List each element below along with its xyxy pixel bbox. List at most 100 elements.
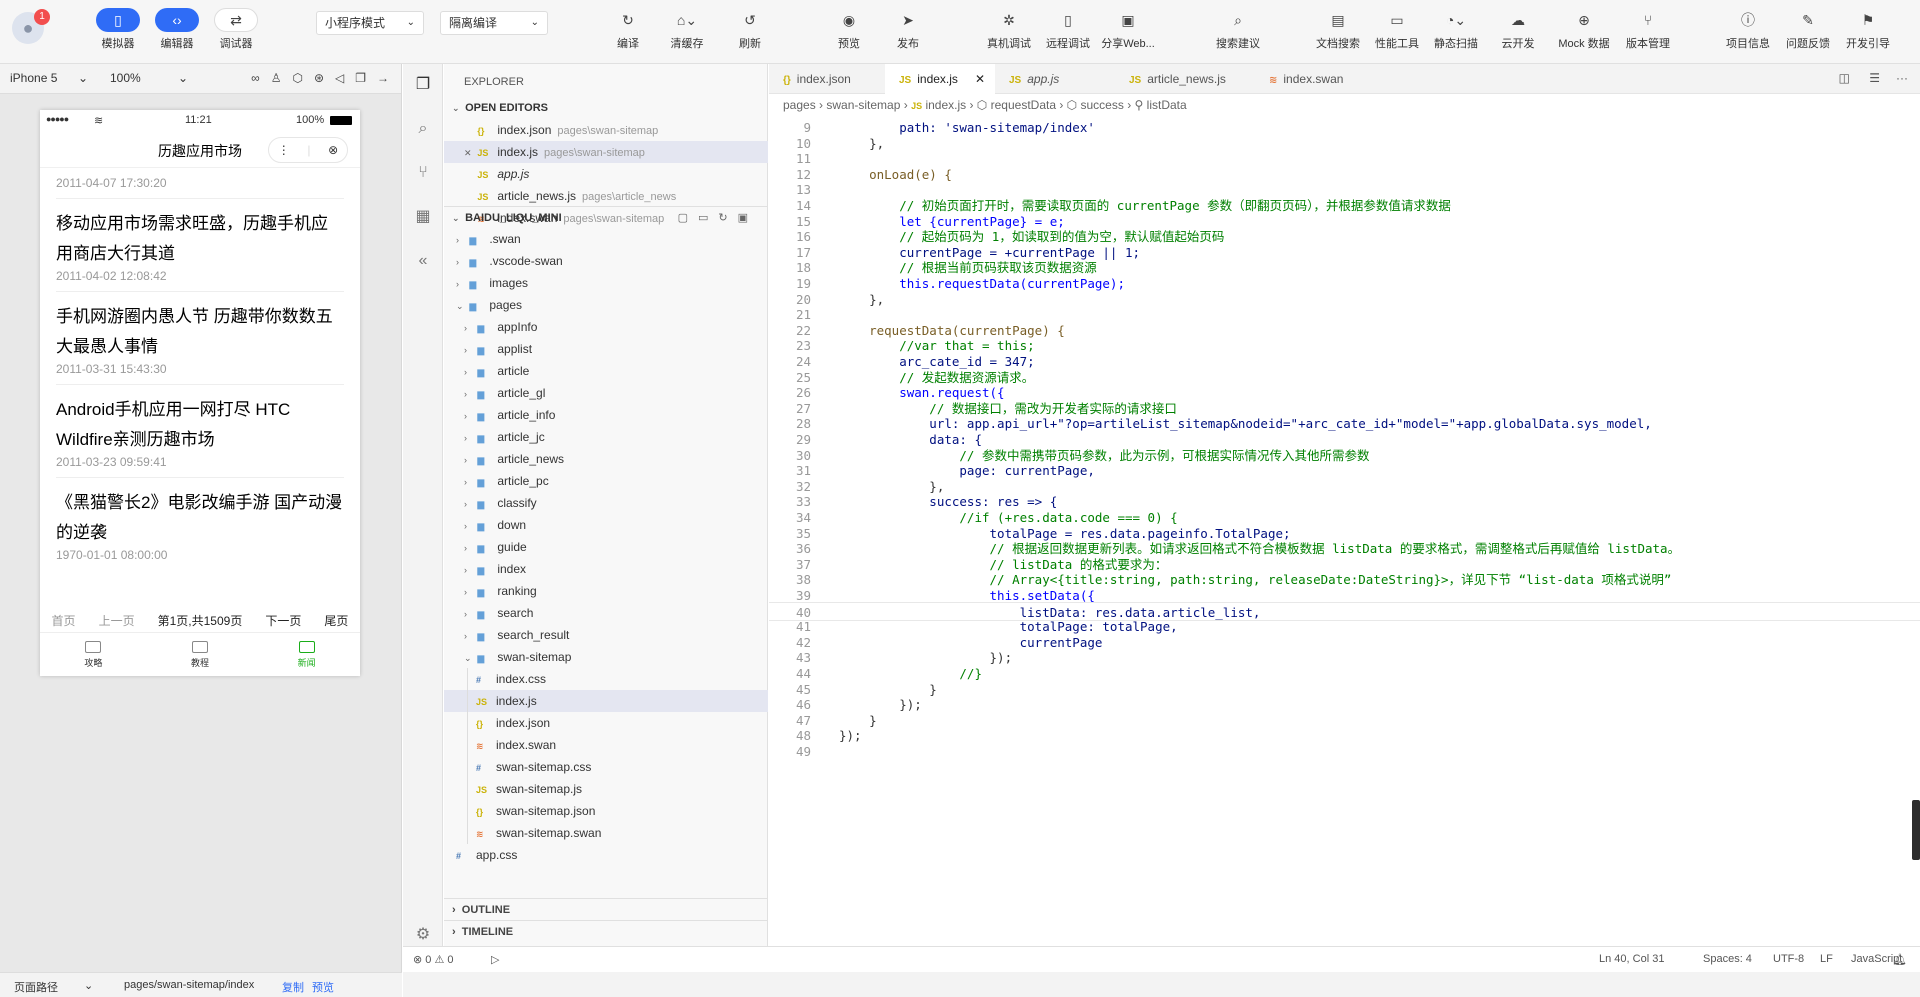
mock-data-button[interactable]: ⊕ Mock 数据 [1552, 8, 1616, 56]
sound-icon[interactable]: ◁ [335, 71, 344, 85]
folder-item[interactable]: › ▆ search [444, 602, 768, 624]
file-item[interactable]: JS swan-sitemap.js [444, 778, 768, 800]
tab-index-swan[interactable]: ≋ index.swan [1255, 64, 1375, 94]
encoding[interactable]: UTF-8 [1773, 953, 1804, 965]
link-icon[interactable]: ∞ [251, 71, 260, 85]
last-page-link[interactable]: 尾页 [324, 612, 348, 629]
more-icon[interactable]: ⋮ [278, 143, 290, 157]
folder-item[interactable]: › ▆ article_pc [444, 470, 768, 492]
chevron-down-icon[interactable]: ⌄ [84, 979, 93, 992]
preview-link[interactable]: 预览 [312, 979, 334, 995]
simulator-button[interactable]: ▯ 模拟器 [86, 8, 150, 56]
chevron-down-icon[interactable]: ⌄ [78, 71, 88, 85]
bell-icon[interactable]: 🔔︎ [1893, 953, 1907, 966]
zoom-select[interactable]: 100% [110, 71, 141, 85]
search-icon[interactable]: ⌕ [412, 118, 434, 140]
project-actions[interactable]: ▢▭↻▣ [678, 207, 758, 229]
version-mgmt-button[interactable]: ⑂ 版本管理 [1616, 8, 1680, 56]
close-icon[interactable]: ✕ [464, 142, 474, 164]
share-web-button[interactable]: ▣ 分享Web... [1096, 8, 1160, 56]
folder-item[interactable]: › ▆ down [444, 514, 768, 536]
copy-link[interactable]: 复制 [282, 979, 304, 995]
split-editor-icon[interactable]: ◫ [1839, 71, 1850, 85]
problems-indicator[interactable]: ⊗ 0 ⚠ 0 [413, 953, 453, 966]
folder-item[interactable]: › ▆ index [444, 558, 768, 580]
code-line[interactable]: 49 [769, 742, 1920, 761]
close-icon[interactable]: ⊗ [328, 143, 338, 157]
list-item[interactable]: 《黑猫警长2》电影改编手游 国产动漫的逆袭 1970-01-01 08:00:0… [40, 488, 360, 562]
play-icon[interactable]: ▷ [491, 953, 499, 966]
editor-button[interactable]: ‹› 编辑器 [145, 8, 209, 56]
cloud-dev-button[interactable]: ☁ 云开发 [1486, 8, 1550, 56]
preview-button[interactable]: ◉ 预览 [817, 8, 881, 56]
list-item[interactable]: 移动应用市场需求旺盛，历趣手机应用商店大行其道 2011-04-02 12:08… [40, 209, 360, 292]
files-icon[interactable]: ❐ [412, 74, 434, 96]
folder-item[interactable]: › ▆ article_jc [444, 426, 768, 448]
folder-item[interactable]: › ▆ ranking [444, 580, 768, 602]
refresh-button[interactable]: ↺ 刷新 [718, 8, 782, 56]
folder-item[interactable]: › ▆ applist [444, 338, 768, 360]
open-editor-item[interactable]: JS article_news.js pages\article_news [444, 185, 768, 207]
list-item[interactable]: Android手机应用一网打尽 HTC Wildfire亲测历趣市场 2011-… [40, 395, 360, 478]
folder-item[interactable]: › ▆ article_gl [444, 382, 768, 404]
folder-item[interactable]: › ▆ article [444, 360, 768, 382]
clear-cache-button[interactable]: ⌂⌄ 清缓存 [655, 8, 719, 56]
dev-guide-button[interactable]: ⚑ 开发引导 [1836, 8, 1900, 56]
prev-page-link[interactable]: 上一页 [99, 612, 135, 629]
perf-tool-button[interactable]: ▭ 性能工具 [1365, 8, 1429, 56]
tab-news[interactable]: 新闻 [298, 640, 316, 669]
compass-icon[interactable]: ⊛ [314, 71, 324, 85]
list-item[interactable]: 2011-04-07 17:30:20 [40, 168, 360, 199]
folder-item[interactable]: › ▆ search_result [444, 624, 768, 646]
folder-item[interactable]: › ▆ appInfo [444, 316, 768, 338]
tab-guide[interactable]: 攻略 [84, 640, 102, 669]
chevron-down-icon[interactable]: ⌄ [178, 71, 188, 85]
open-editor-item[interactable]: JS app.js [444, 163, 768, 185]
file-item[interactable]: # swan-sitemap.css [444, 756, 768, 778]
copy-icon[interactable]: ❐ [355, 71, 366, 85]
swan-icon[interactable]: « [412, 250, 434, 272]
debugger-button[interactable]: ⇄ 调试器 [204, 8, 268, 56]
mode-select[interactable]: 小程序模式 ⌄ [316, 11, 424, 35]
folder-item[interactable]: › ▆ classify [444, 492, 768, 514]
open-editor-item[interactable]: {} index.json pages\swan-sitemap [444, 119, 768, 141]
more-icon[interactable]: ··· [1896, 71, 1908, 85]
first-page-link[interactable]: 首页 [52, 612, 76, 629]
file-item[interactable]: # app.css [444, 844, 768, 866]
capsule-menu[interactable]: ⋮ | ⊗ [268, 137, 348, 163]
file-item[interactable]: # index.css [444, 668, 768, 690]
cube-icon[interactable]: ⬡ [292, 71, 302, 85]
project-info-button[interactable]: ⓘ 项目信息 [1716, 8, 1780, 56]
list-icon[interactable]: ☰ [1869, 71, 1880, 85]
list-item[interactable]: 手机网游圈内愚人节 历趣带你数数五大最愚人事情 2011-03-31 15:43… [40, 302, 360, 385]
eol[interactable]: LF [1820, 953, 1833, 965]
file-item[interactable]: ≋ swan-sitemap.swan [444, 822, 768, 844]
search-suggest-button[interactable]: ⌕ 搜索建议 [1206, 8, 1270, 56]
tab-index-js[interactable]: JS index.js ✕ [885, 64, 995, 94]
open-editors-header[interactable]: ⌄ OPEN EDITORS [444, 97, 768, 119]
close-icon[interactable]: ✕ [975, 64, 985, 94]
folder-item[interactable]: ⌄ ▆ swan-sitemap [444, 646, 768, 668]
folder-item[interactable]: ⌄ ▆ pages [444, 294, 768, 316]
folder-item[interactable]: › ▆ guide [444, 536, 768, 558]
publish-button[interactable]: ➤ 发布 [876, 8, 940, 56]
file-item[interactable]: ≋ index.swan [444, 734, 768, 756]
project-header[interactable]: ⌄ BAIDU_LIQU_MINI ▢▭↻▣ [444, 206, 768, 228]
tab-tutorial[interactable]: 教程 [191, 640, 209, 669]
file-item[interactable]: {} index.json [444, 712, 768, 734]
tab-article-news-js[interactable]: JS article_news.js [1115, 64, 1255, 94]
folder-item[interactable]: › ▆ .swan [444, 228, 768, 250]
outline-section[interactable]: › OUTLINE [444, 898, 768, 920]
compile-mode-select[interactable]: 隔离编译 ⌄ [440, 11, 548, 35]
source-control-icon[interactable]: ⑂ [412, 162, 434, 184]
folder-item[interactable]: › ▆ .vscode-swan [444, 250, 768, 272]
extensions-icon[interactable]: ▦ [412, 206, 434, 228]
user-icon[interactable]: ♙ [271, 71, 282, 85]
code-area[interactable]: 9 path: 'swan-sitemap/index' 10 }, 11 12 on… [769, 118, 1920, 970]
next-page-link[interactable]: 下一页 [265, 612, 301, 629]
feedback-button[interactable]: ✎ 问题反馈 [1776, 8, 1840, 56]
doc-search-button[interactable]: ▤ 文档搜索 [1306, 8, 1370, 56]
tab-index-json[interactable]: {} index.json [769, 64, 885, 94]
gear-icon[interactable]: ⚙ [412, 924, 434, 946]
open-editor-item[interactable]: ✕ JS index.js pages\swan-sitemap [444, 141, 768, 163]
